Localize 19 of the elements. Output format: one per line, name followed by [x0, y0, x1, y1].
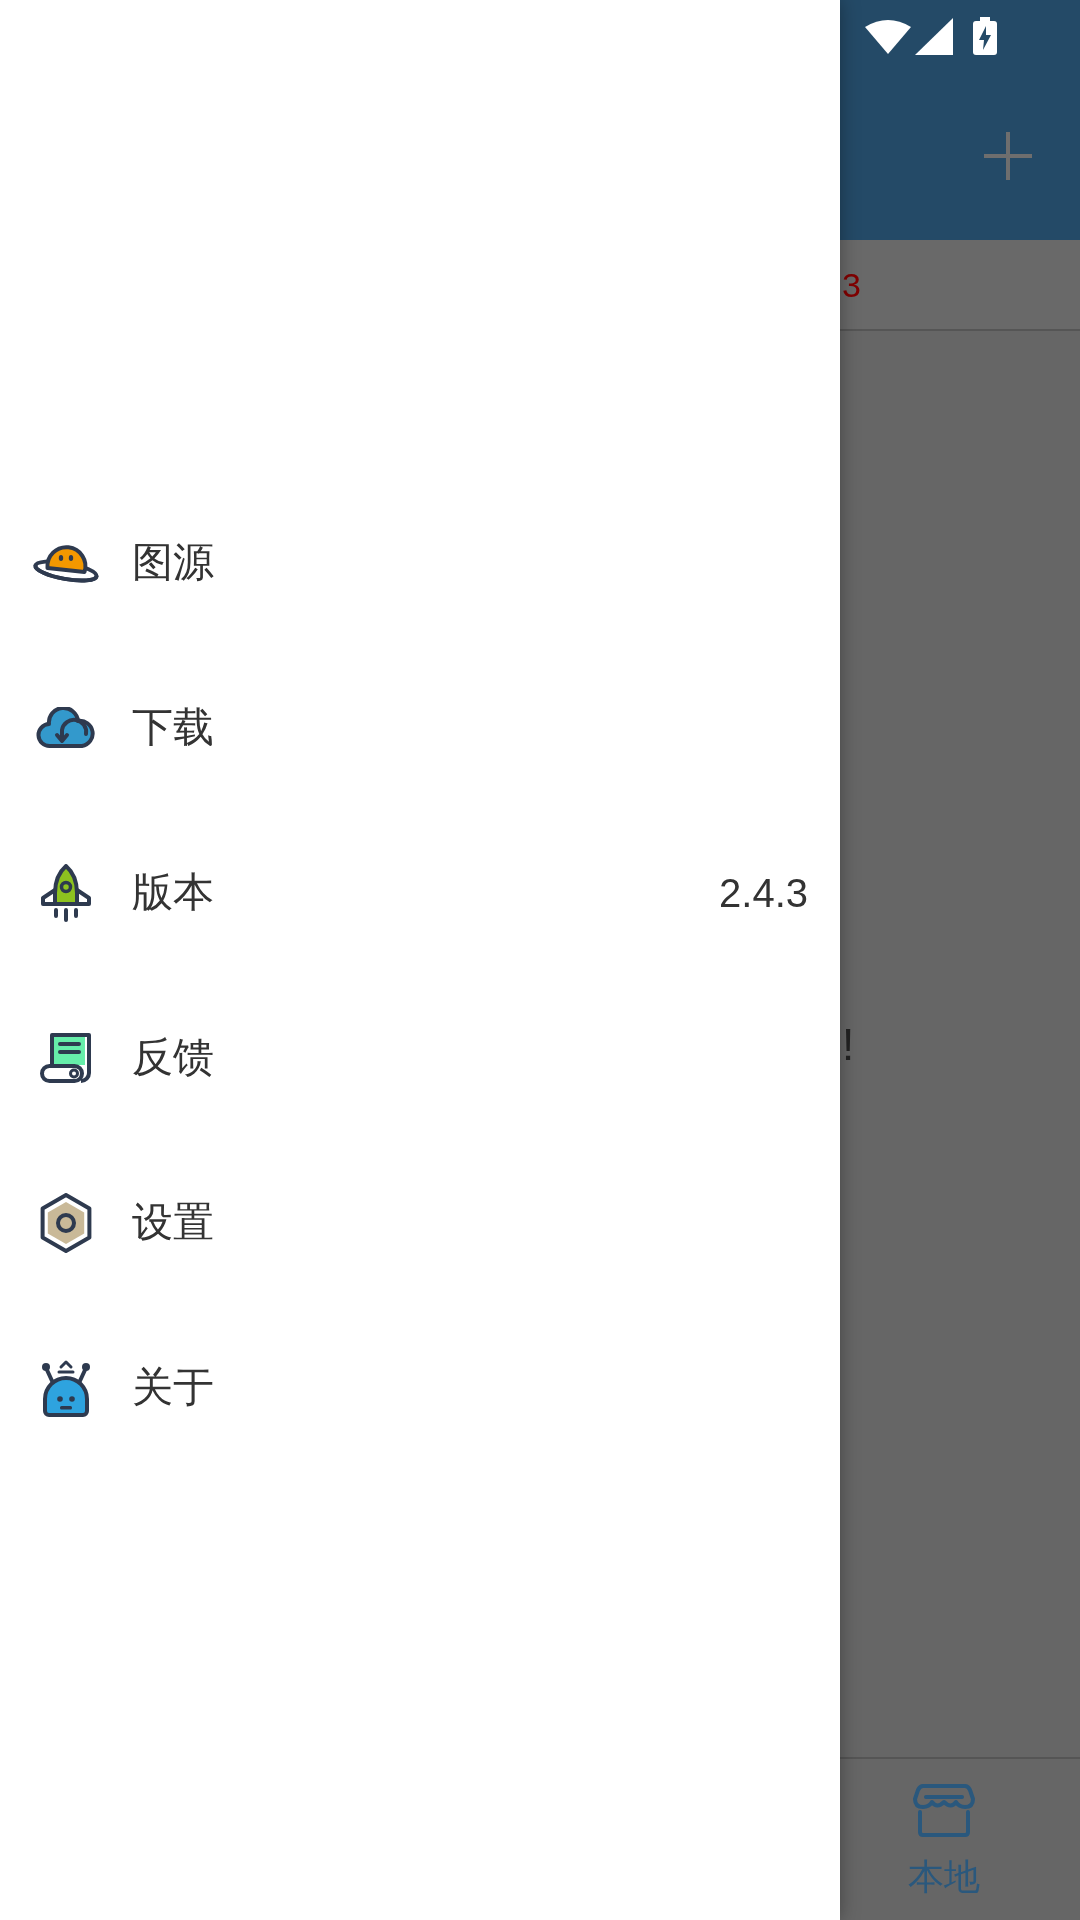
- version-number: 2.4.3: [719, 872, 808, 913]
- rocket-icon: [39, 863, 93, 922]
- wifi-icon: [865, 18, 911, 54]
- drawer-item[interactable]: 下载: [0, 645, 808, 810]
- hexagon-nut-icon: [39, 1192, 93, 1253]
- drawer-item[interactable]: 图源: [0, 480, 808, 645]
- message-text: !: [842, 1023, 855, 1067]
- drawer-item[interactable]: 反馈: [0, 975, 808, 1140]
- drawer-item[interactable]: 关于: [0, 1305, 808, 1470]
- drawer-item[interactable]: 版本: [0, 810, 720, 975]
- robot-icon: [41, 1358, 91, 1417]
- signal-icon: [915, 17, 953, 55]
- battery-charging-icon: [973, 17, 997, 55]
- storefront-icon: [913, 1783, 975, 1838]
- drawer-item[interactable]: 设置: [0, 1140, 808, 1305]
- cloud-download-icon: [36, 706, 96, 749]
- add-icon[interactable]: [984, 132, 1032, 180]
- count-text: 3: [842, 267, 861, 302]
- scroll-icon: [39, 1030, 93, 1085]
